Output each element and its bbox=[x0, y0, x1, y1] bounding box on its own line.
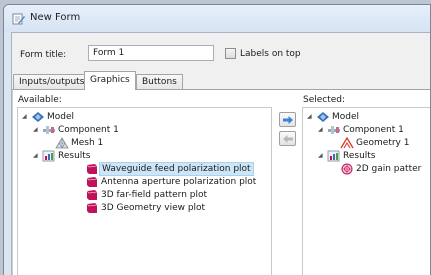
tree-label: Mesh 1 bbox=[71, 138, 104, 148]
plot-group-icon bbox=[86, 190, 98, 200]
selected-header: Selected: bbox=[303, 95, 346, 105]
tree-label: 3D Geometry view plot bbox=[101, 203, 206, 213]
component-icon bbox=[43, 126, 55, 134]
expand-triangle-icon[interactable]: ◢ bbox=[33, 124, 41, 136]
tree-label: Results bbox=[58, 151, 91, 161]
tab-graphics[interactable]: Graphics bbox=[84, 71, 136, 90]
title-bar[interactable]: New Form bbox=[4, 5, 430, 32]
model-icon bbox=[32, 112, 44, 122]
tree-label: Waveguide feed polarization plot bbox=[99, 162, 254, 176]
tree-label: Antenna aperture polarization plot bbox=[101, 177, 257, 187]
form-icon bbox=[12, 13, 25, 25]
plot-group-icon bbox=[86, 203, 98, 213]
tree-label: 3D far-field pattern plot bbox=[101, 190, 208, 200]
tab-strip: Inputs/outputs Graphics Buttons bbox=[12, 71, 430, 90]
left-arrow-icon bbox=[283, 135, 293, 143]
tree-label: Geometry 1 bbox=[356, 138, 410, 148]
labels-on-top-label[interactable]: Labels on top bbox=[240, 49, 301, 59]
results-icon bbox=[327, 150, 340, 162]
expand-triangle-icon[interactable]: ◢ bbox=[307, 111, 315, 123]
remove-from-selected-button[interactable] bbox=[279, 131, 296, 146]
component-icon bbox=[328, 126, 340, 134]
form-client-area: Form title: Form 1 Labels on top Inputs/… bbox=[11, 32, 430, 275]
tree-label: 2D gain patter bbox=[356, 164, 422, 174]
model-icon bbox=[317, 112, 329, 122]
selected-tree[interactable]: ◢ Model ◢ Component 1 Geometry 1 ◢ Resul… bbox=[302, 107, 430, 275]
plot-group-icon bbox=[86, 177, 98, 187]
labels-on-top-checkbox[interactable] bbox=[225, 48, 236, 59]
polar-plot-icon bbox=[341, 163, 353, 175]
window-title: New Form bbox=[30, 12, 81, 23]
tab-inputs-outputs[interactable]: Inputs/outputs bbox=[13, 74, 91, 89]
form-title-label: Form title: bbox=[20, 50, 67, 60]
tree-label: Model bbox=[47, 112, 75, 122]
tab-buttons[interactable]: Buttons bbox=[136, 74, 183, 89]
plot-group-icon bbox=[86, 164, 98, 174]
expand-triangle-icon[interactable]: ◢ bbox=[33, 150, 41, 162]
available-header: Available: bbox=[18, 95, 62, 105]
new-form-window: New Form Form title: Form 1 Labels on to… bbox=[3, 4, 431, 275]
expand-triangle-icon[interactable]: ◢ bbox=[318, 150, 326, 162]
mesh-icon bbox=[55, 137, 69, 149]
tree-label: Component 1 bbox=[58, 125, 119, 135]
tree-label: Component 1 bbox=[343, 125, 404, 135]
results-icon bbox=[42, 150, 55, 162]
form-title-input[interactable]: Form 1 bbox=[88, 45, 214, 61]
graphics-tab-panel: Available: Selected: ◢ Model ◢ Component… bbox=[12, 89, 430, 275]
add-to-selected-button[interactable] bbox=[279, 112, 296, 127]
expand-triangle-icon[interactable]: ◢ bbox=[318, 124, 326, 136]
expand-triangle-icon[interactable]: ◢ bbox=[22, 111, 30, 123]
geometry-icon bbox=[340, 137, 354, 149]
available-tree[interactable]: ◢ Model ◢ Component 1 Mesh 1 ◢ Results W… bbox=[17, 107, 272, 275]
tree-label: Model bbox=[332, 112, 360, 122]
right-arrow-icon bbox=[283, 116, 293, 124]
tree-label: Results bbox=[343, 151, 376, 161]
